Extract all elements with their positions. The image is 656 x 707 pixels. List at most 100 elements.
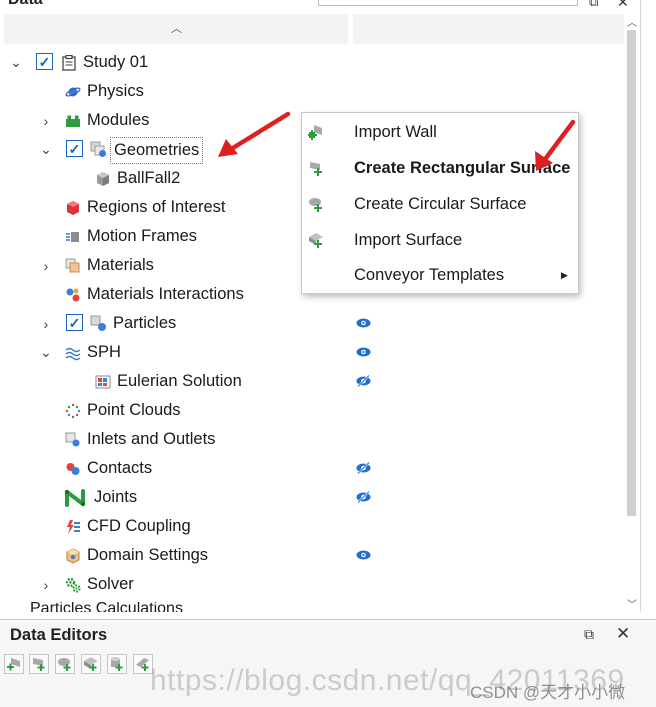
domain-settings-icon xyxy=(64,547,81,564)
scroll-down-icon[interactable]: ﹀ xyxy=(627,596,637,611)
scrollbar-thumb[interactable] xyxy=(627,30,636,516)
expand-arrow-collapsed-icon[interactable]: › xyxy=(38,251,54,280)
tree-row-inlets[interactable]: Inlets and Outlets xyxy=(0,425,625,454)
menu-item-label: Import Wall xyxy=(354,123,437,141)
data-editors-panel: Data Editors ⧉ ✕ https://blog.csdn.net/q… xyxy=(0,619,656,707)
cylinder-icon xyxy=(111,657,123,671)
scroll-up-icon[interactable]: ︿ xyxy=(627,14,637,29)
solver-icon xyxy=(64,576,81,593)
tree-row-physics[interactable]: Physics xyxy=(0,77,625,106)
menu-item-label: Create Circular Surface xyxy=(354,195,527,213)
tree-label: Domain Settings xyxy=(87,546,209,564)
menu-item-create-circular-surface[interactable]: Create Circular Surface xyxy=(302,186,578,222)
rect-surface-icon xyxy=(310,162,322,176)
menu-item-label: Conveyor Templates xyxy=(354,266,505,284)
tree-row-particles[interactable]: › ✓ Particles xyxy=(0,309,625,338)
tree-row-eulerian[interactable]: Eulerian Solution xyxy=(0,367,625,396)
tree-row-point-clouds[interactable]: Point Clouds xyxy=(0,396,625,425)
region-icon xyxy=(64,199,81,216)
expand-arrow-collapsed-icon[interactable]: › xyxy=(38,309,54,338)
visibility-eye-icon[interactable] xyxy=(356,346,371,358)
tree-label: CFD Coupling xyxy=(87,517,191,535)
tree-row-cutoff[interactable]: Particles Calculations xyxy=(30,602,183,612)
expand-arrow-collapsed-icon[interactable]: › xyxy=(38,106,54,135)
tree-row-study[interactable]: ⌄ ✓ Study 01 xyxy=(0,48,625,77)
add-circular-surface-button[interactable] xyxy=(55,654,75,674)
tree-label: Point Clouds xyxy=(87,401,181,419)
tree-label: Modules xyxy=(87,111,150,129)
tree-label: Geometries xyxy=(110,137,204,164)
submenu-arrow-icon: ▶ xyxy=(561,270,568,280)
tree-row-solver[interactable]: › Solver xyxy=(0,570,625,599)
search-input[interactable] xyxy=(318,0,578,6)
data-panel: Data ⧉ ✕ ︿ ⌄ ✓ Study 01 Physics › xyxy=(0,0,641,612)
import-wall-icon xyxy=(308,125,322,140)
eulerian-icon xyxy=(94,373,111,390)
joints-icon xyxy=(64,488,86,507)
panel-title: Data Editors xyxy=(10,626,108,644)
tree-label: SPH xyxy=(87,343,121,361)
tree-label: BallFall2 xyxy=(117,169,181,187)
sph-icon xyxy=(64,344,81,361)
contacts-icon xyxy=(64,460,81,477)
tree-row-cfd-coupling[interactable]: CFD Coupling xyxy=(0,512,625,541)
visibility-hidden-icon[interactable] xyxy=(356,491,371,503)
tree-row-domain-settings[interactable]: Domain Settings xyxy=(0,541,625,570)
tree-row-sph[interactable]: ⌄ SPH xyxy=(0,338,625,367)
particles-checkbox[interactable]: ✓ xyxy=(66,314,83,331)
materials-icon xyxy=(64,257,81,274)
geometries-checkbox[interactable]: ✓ xyxy=(66,140,83,157)
expand-arrow-expanded-icon[interactable]: ⌄ xyxy=(38,338,54,367)
circular-surface-icon xyxy=(309,198,322,212)
tree-label: Physics xyxy=(87,82,144,100)
menu-item-import-surface[interactable]: Import Surface xyxy=(302,222,578,258)
rect-surface-icon xyxy=(33,658,45,671)
import-surface-button[interactable] xyxy=(81,654,101,674)
tree-label: Contacts xyxy=(87,459,153,477)
visibility-hidden-icon[interactable] xyxy=(356,375,371,387)
interactions-icon xyxy=(64,286,81,303)
sort-ascending-icon: ︿ xyxy=(171,23,182,35)
tree-label: Motion Frames xyxy=(87,227,198,245)
menu-item-conveyor-templates[interactable]: Conveyor Templates ▶ xyxy=(302,257,578,293)
add-rect-surface-button[interactable] xyxy=(29,654,49,674)
tree-label: Inlets and Outlets xyxy=(87,430,216,448)
cfd-coupling-icon xyxy=(64,518,81,535)
tree-label: Regions of Interest xyxy=(87,198,226,216)
visibility-hidden-icon[interactable] xyxy=(356,462,371,474)
watermark-label: CSDN @天才小小微 xyxy=(470,683,626,702)
tree-label: Materials xyxy=(87,256,154,274)
annotation-arrow-icon xyxy=(535,119,576,171)
planet-icon xyxy=(64,83,81,100)
add-geometry-button[interactable] xyxy=(107,654,127,674)
tree-label: Joints xyxy=(94,488,138,506)
tree-label: Solver xyxy=(87,575,134,593)
inlets-icon xyxy=(64,431,81,448)
import-wall-icon xyxy=(7,658,20,671)
restore-icon[interactable]: ⧉ xyxy=(584,626,594,643)
motion-frame-icon xyxy=(64,228,81,245)
tree-row-joints[interactable]: Joints xyxy=(0,483,625,512)
column-header-visibility[interactable] xyxy=(353,14,624,44)
tree-row-contacts[interactable]: Contacts xyxy=(0,454,625,483)
study-checkbox[interactable]: ✓ xyxy=(36,53,53,70)
tree-label: Particles xyxy=(113,314,177,332)
restore-icon[interactable]: ⧉ xyxy=(589,0,598,10)
close-icon[interactable]: ✕ xyxy=(617,0,629,11)
panel-title: Data xyxy=(8,0,43,9)
expand-arrow-expanded-icon[interactable]: ⌄ xyxy=(8,48,24,77)
circular-surface-icon xyxy=(58,658,71,671)
import-surface-icon xyxy=(309,233,323,248)
expand-arrow-collapsed-icon[interactable]: › xyxy=(38,570,54,599)
menu-item-label: Import Surface xyxy=(354,231,463,249)
visibility-eye-icon[interactable] xyxy=(356,317,371,329)
expand-arrow-expanded-icon[interactable]: ⌄ xyxy=(38,135,54,164)
close-icon[interactable]: ✕ xyxy=(616,624,630,644)
tree-label: Materials Interactions xyxy=(87,285,244,303)
particles-icon xyxy=(90,315,107,332)
visibility-eye-icon[interactable] xyxy=(356,549,371,561)
geometry-object-icon xyxy=(94,170,111,187)
column-headers: ︿ xyxy=(4,14,624,44)
add-wall-button[interactable] xyxy=(4,654,24,674)
point-cloud-icon xyxy=(64,402,81,419)
